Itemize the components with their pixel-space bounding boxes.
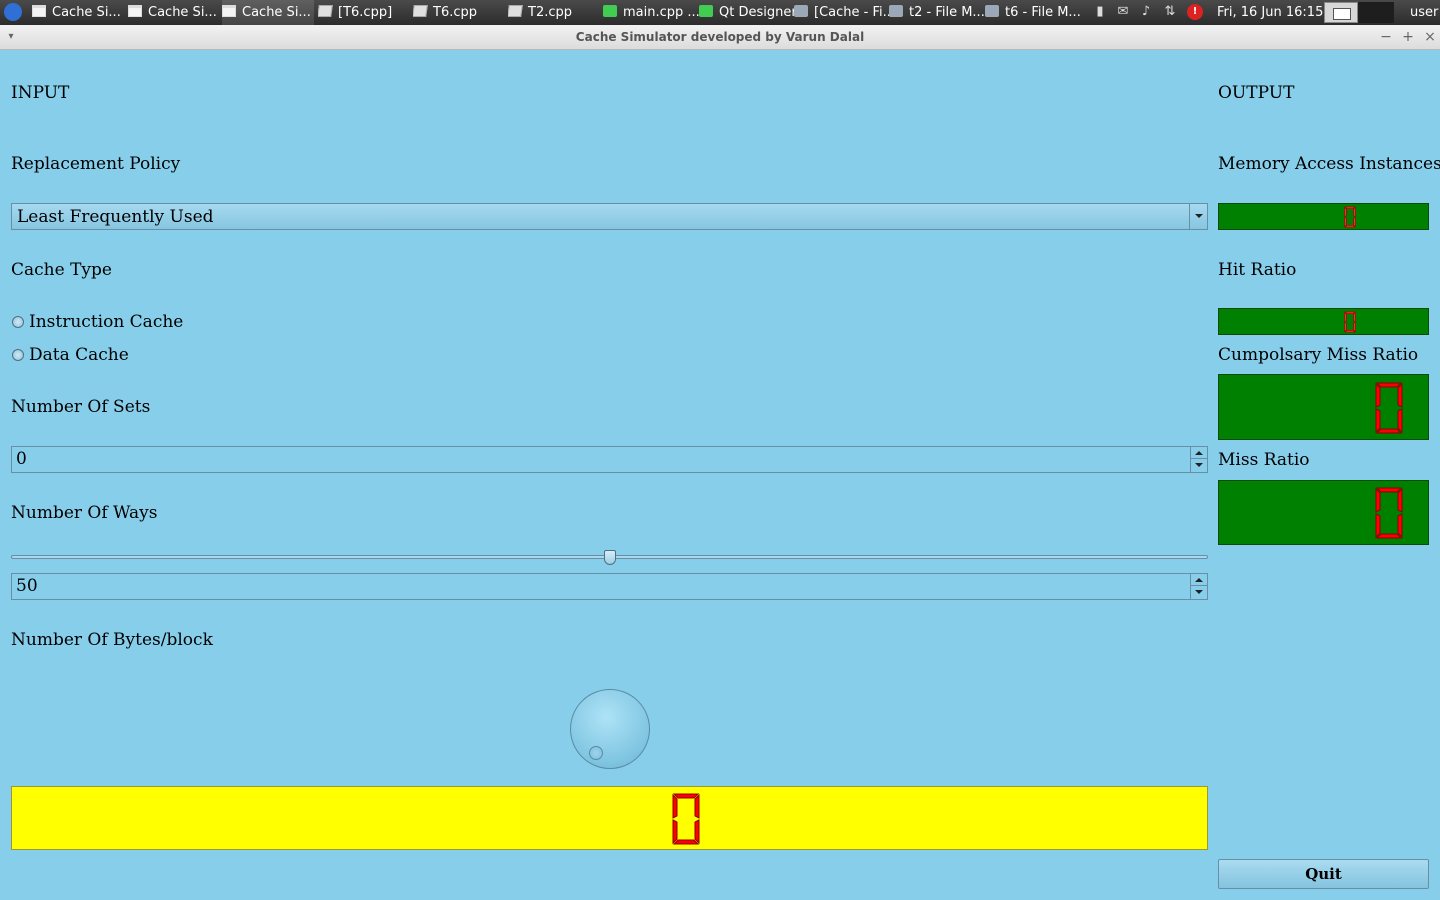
spinbox-buttons	[1190, 447, 1207, 472]
number-of-sets-value: 0	[16, 449, 27, 469]
quit-button[interactable]: Quit	[1218, 859, 1429, 889]
lcd-digit	[1375, 487, 1403, 539]
taskbar-item[interactable]: Cache Si...	[128, 0, 218, 25]
input-heading: INPUT	[11, 83, 70, 103]
taskbar-item[interactable]: t2 - File M...	[889, 0, 985, 25]
lcd-digit	[1344, 206, 1356, 228]
lcd-digit	[1344, 311, 1356, 333]
hit-ratio-display: 0	[1218, 308, 1429, 335]
close-icon[interactable]: ×	[1421, 28, 1439, 46]
number-of-ways-value: 50	[16, 576, 38, 596]
qt-designer-icon	[699, 5, 713, 17]
maximize-icon[interactable]: +	[1399, 28, 1417, 46]
data-cache-label[interactable]: Data Cache	[29, 345, 129, 365]
arrow-down-icon	[1195, 463, 1203, 467]
folder-icon	[889, 5, 903, 17]
replacement-policy-label: Replacement Policy	[11, 154, 181, 174]
spinbox-buttons	[1190, 574, 1207, 599]
combobox-arrow[interactable]	[1189, 204, 1207, 229]
text-editor-icon	[318, 5, 333, 17]
compulsory-miss-ratio-display: 0	[1218, 374, 1429, 440]
miss-ratio-display: 0	[1218, 480, 1429, 545]
workspace-switcher-2[interactable]	[1358, 2, 1394, 23]
battery-icon[interactable]: ▮	[1092, 4, 1108, 20]
taskbar-item[interactable]: [T6.cpp]	[318, 0, 408, 25]
folder-icon	[794, 5, 808, 17]
arrow-up-icon	[1195, 578, 1203, 582]
instruction-cache-label[interactable]: Instruction Cache	[29, 312, 183, 332]
cache-type-label: Cache Type	[11, 260, 112, 280]
memory-access-label: Memory Access Instances	[1218, 154, 1440, 174]
chevron-down-icon	[1195, 214, 1203, 218]
data-cache-radio[interactable]	[12, 349, 24, 361]
number-of-sets-spinbox[interactable]: 0	[11, 446, 1208, 473]
text-editor-icon	[413, 5, 428, 17]
app-menu-icon[interactable]	[4, 3, 22, 21]
window-titlebar: ▾ Cache Simulator developed by Varun Dal…	[0, 25, 1440, 50]
sets-decrement-button[interactable]	[1191, 459, 1207, 471]
compulsory-miss-ratio-label: Cumpolsary Miss Ratio	[1218, 345, 1419, 365]
sets-increment-button[interactable]	[1191, 447, 1207, 459]
output-heading: OUTPUT	[1218, 83, 1295, 103]
bytes-per-block-dial[interactable]	[570, 689, 650, 769]
replacement-policy-value: Least Frequently Used	[17, 207, 214, 227]
qt-creator-icon	[603, 5, 617, 17]
memory-access-display: 0	[1218, 203, 1429, 230]
mail-icon[interactable]: ✉	[1115, 4, 1131, 20]
workspace-switcher-1[interactable]	[1324, 2, 1358, 23]
minimize-icon[interactable]: −	[1377, 28, 1395, 46]
taskbar-item-active[interactable]: Cache Si...	[222, 0, 314, 25]
arrow-down-icon	[1195, 590, 1203, 594]
number-of-sets-label: Number Of Sets	[11, 397, 151, 417]
instruction-cache-radio[interactable]	[12, 316, 24, 328]
replacement-policy-combobox[interactable]: Least Frequently Used	[11, 203, 1208, 230]
lcd-digit	[672, 793, 700, 845]
user-name[interactable]: user	[1410, 0, 1438, 25]
clock[interactable]: Fri, 16 Jun 16:15	[1217, 0, 1323, 25]
number-of-ways-spinbox[interactable]: 50	[11, 573, 1208, 600]
taskbar-item[interactable]: t6 - File M...	[985, 0, 1081, 25]
network-icon[interactable]: ⇅	[1162, 4, 1178, 20]
window-icon	[222, 5, 236, 17]
taskbar: Cache Si... Cache Si... Cache Si... [T6.…	[0, 0, 1440, 25]
text-editor-icon	[508, 5, 523, 17]
arrow-up-icon	[1195, 451, 1203, 455]
alert-icon[interactable]: !	[1187, 4, 1203, 20]
number-of-ways-label: Number Of Ways	[11, 503, 158, 523]
taskbar-item[interactable]: [Cache - Fi...	[794, 0, 890, 25]
folder-icon	[985, 5, 999, 17]
window-icon	[32, 5, 46, 17]
taskbar-item[interactable]: T6.cpp	[413, 0, 503, 25]
slider-handle[interactable]	[603, 550, 616, 565]
ways-decrement-button[interactable]	[1191, 586, 1207, 598]
number-of-ways-slider[interactable]	[11, 549, 1208, 567]
taskbar-item[interactable]: Cache Si...	[32, 0, 122, 25]
miss-ratio-label: Miss Ratio	[1218, 450, 1310, 470]
volume-icon[interactable]: ♪	[1138, 4, 1154, 20]
dial-notch	[589, 746, 603, 760]
bytes-per-block-label: Number Of Bytes/block	[11, 630, 213, 650]
window-title: Cache Simulator developed by Varun Dalal	[575, 30, 865, 44]
lcd-digit	[1375, 382, 1403, 434]
taskbar-item[interactable]: T2.cpp	[508, 0, 598, 25]
window-icon	[128, 5, 142, 17]
taskbar-item[interactable]: Qt Designer	[699, 0, 795, 25]
taskbar-item[interactable]: main.cpp ...	[603, 0, 699, 25]
ways-increment-button[interactable]	[1191, 574, 1207, 586]
hit-ratio-label: Hit Ratio	[1218, 260, 1297, 280]
bytes-per-block-display: 0	[11, 786, 1208, 850]
